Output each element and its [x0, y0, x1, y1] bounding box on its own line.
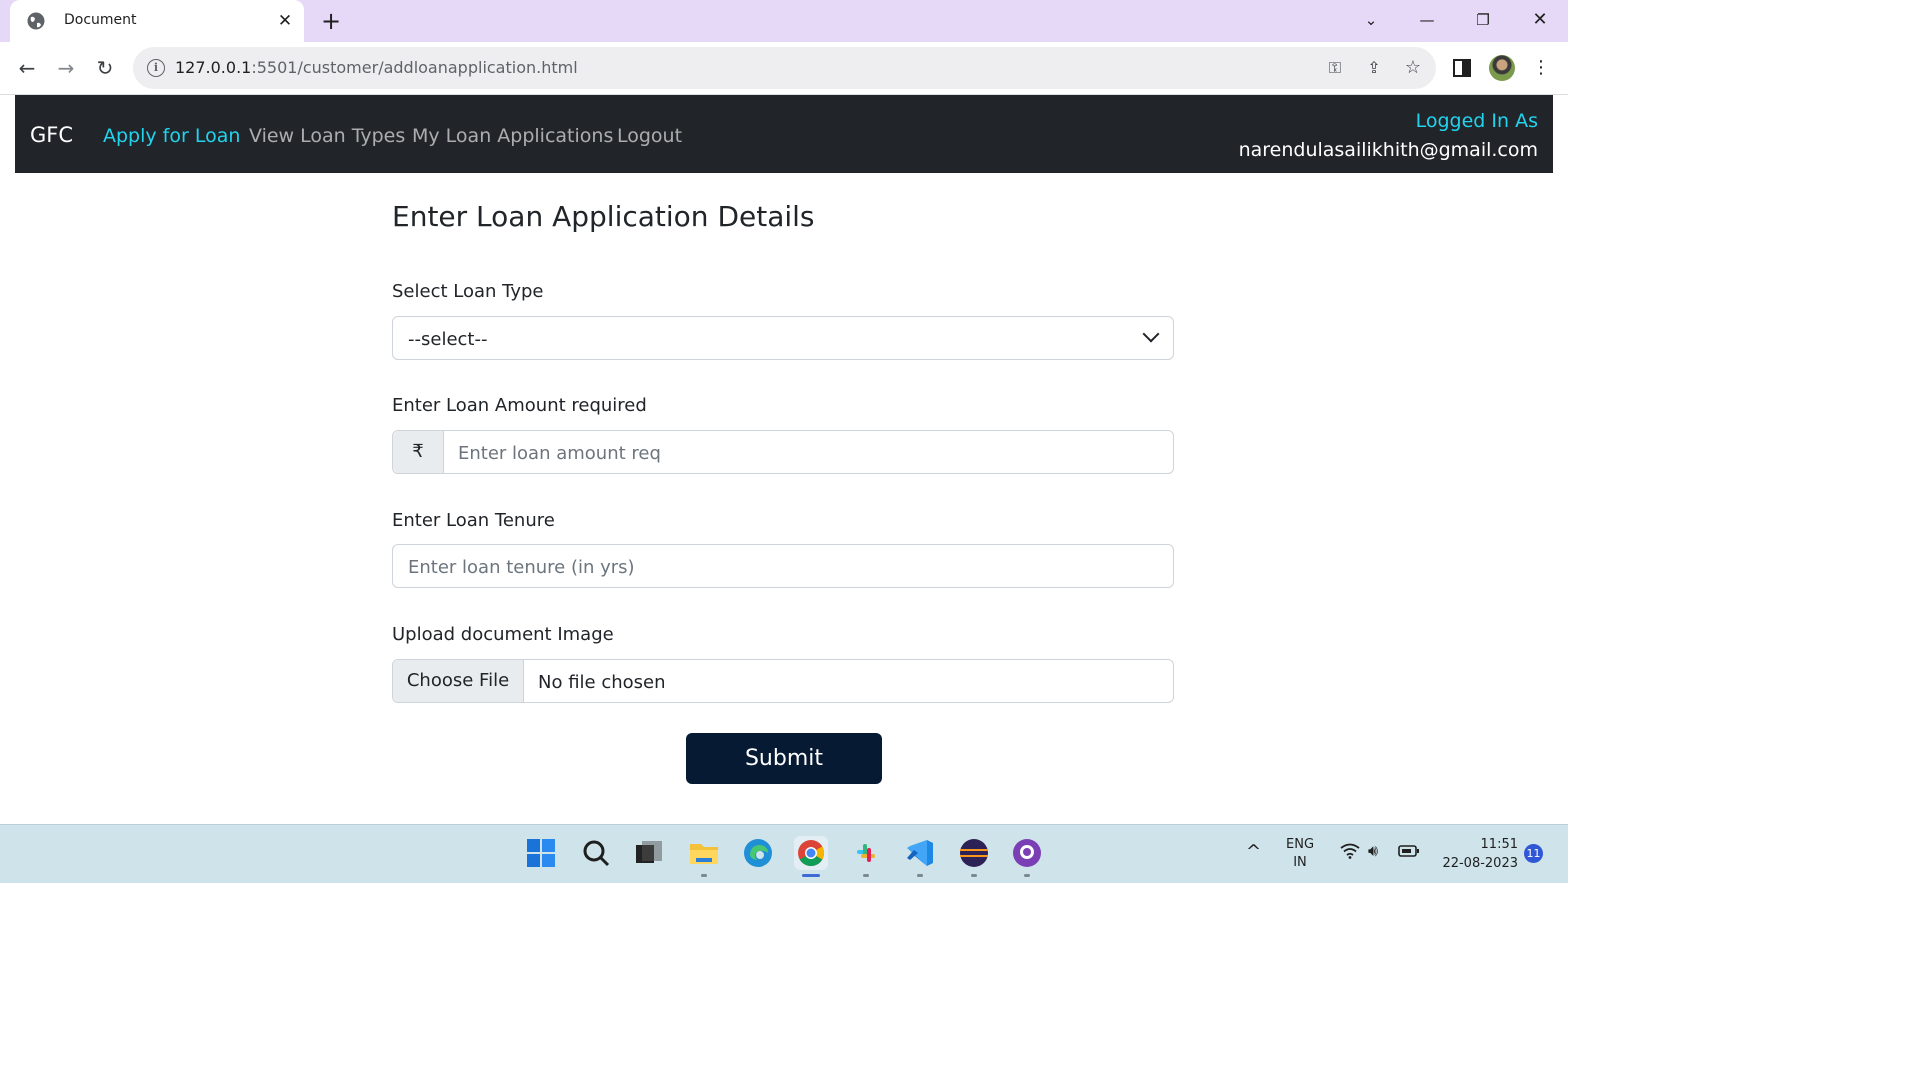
eclipse-icon[interactable]: [957, 836, 991, 877]
chevron-down-icon: [1142, 325, 1160, 343]
tab-title: Document: [64, 12, 137, 28]
browser-tabstrip: Document ✕ + ⌄ — ❐ ✕: [0, 0, 1568, 42]
tab-search-icon[interactable]: ⌄: [1356, 8, 1386, 32]
bookmark-star-icon[interactable]: ☆: [1402, 57, 1424, 79]
site-navbar: GFC Apply for Loan View Loan Types My Lo…: [15, 95, 1553, 173]
search-icon[interactable]: [579, 836, 613, 870]
notification-badge[interactable]: 11: [1524, 844, 1543, 863]
submit-button[interactable]: Submit: [686, 733, 882, 784]
github-desktop-icon[interactable]: [1010, 836, 1044, 877]
nav-view-loan-types[interactable]: View Loan Types: [249, 125, 405, 147]
loan-type-label: Select Loan Type: [392, 281, 544, 302]
region-code: IN: [1293, 855, 1307, 870]
menu-kebab-icon[interactable]: ⋮: [1528, 55, 1554, 81]
reload-icon[interactable]: ↻: [92, 55, 118, 81]
nav-logout[interactable]: Logout: [617, 125, 682, 147]
key-icon[interactable]: ⚿: [1324, 57, 1346, 79]
logged-in-user: narendulasailikhith@gmail.com: [1238, 139, 1538, 161]
loan-type-select[interactable]: --select--: [392, 316, 1174, 360]
chevron-up-icon[interactable]: ^: [1246, 841, 1261, 862]
clock-date: 22-08-2023: [1442, 856, 1518, 871]
file-explorer-icon[interactable]: [687, 836, 721, 877]
vscode-icon[interactable]: [903, 836, 937, 877]
file-status: No file chosen: [538, 672, 666, 693]
close-tab-icon[interactable]: ✕: [274, 10, 296, 32]
wifi-icon[interactable]: [1340, 843, 1360, 864]
language-code: ENG: [1286, 837, 1315, 852]
loan-amount-input[interactable]: Enter loan amount req: [458, 443, 661, 464]
close-window-icon[interactable]: ✕: [1525, 8, 1555, 32]
taskbar: ^ ENG IN 🔊︎ 11:51 22-08-2023 11: [0, 824, 1568, 883]
task-view-icon[interactable]: [632, 836, 666, 870]
edge-icon[interactable]: [741, 836, 775, 870]
nav-apply-for-loan[interactable]: Apply for Loan: [103, 125, 240, 147]
windows-start-icon[interactable]: [524, 836, 558, 870]
brand-logo[interactable]: GFC: [30, 123, 73, 147]
logged-in-label: Logged In As: [1415, 110, 1538, 132]
loan-tenure-input[interactable]: Enter loan tenure (in yrs): [392, 544, 1174, 588]
chrome-icon[interactable]: [794, 836, 828, 877]
loan-tenure-placeholder: Enter loan tenure (in yrs): [408, 557, 635, 578]
loan-type-selected: --select--: [408, 329, 488, 350]
share-icon[interactable]: ⇪: [1363, 57, 1385, 79]
minimize-icon[interactable]: —: [1412, 8, 1442, 32]
profile-avatar[interactable]: [1489, 55, 1515, 81]
forward-icon[interactable]: →: [53, 55, 79, 81]
globe-icon: [27, 12, 45, 30]
upload-label: Upload document Image: [392, 624, 614, 645]
browser-toolbar: ← → ↻ i 127.0.0.1:5501/customer/addloana…: [0, 42, 1568, 95]
browser-tab[interactable]: Document ✕: [10, 0, 304, 42]
document-file-input[interactable]: Choose File No file chosen: [392, 659, 1174, 703]
language-indicator[interactable]: ENG IN: [1286, 836, 1314, 872]
side-panel-icon[interactable]: [1449, 55, 1475, 81]
battery-icon[interactable]: [1398, 844, 1420, 862]
url-text[interactable]: 127.0.0.1:5501/customer/addloanapplicati…: [175, 58, 578, 77]
volume-icon[interactable]: 🔊︎: [1368, 841, 1378, 861]
loan-amount-group: ₹ Enter loan amount req: [392, 430, 1174, 474]
rupee-icon: ₹: [393, 431, 444, 473]
restore-icon[interactable]: ❐: [1468, 8, 1498, 32]
site-info-icon[interactable]: i: [147, 59, 165, 77]
back-icon[interactable]: ←: [14, 55, 40, 81]
page-title: Enter Loan Application Details: [392, 200, 815, 233]
address-bar[interactable]: i 127.0.0.1:5501/customer/addloanapplica…: [133, 47, 1436, 89]
loan-amount-label: Enter Loan Amount required: [392, 395, 647, 416]
choose-file-button[interactable]: Choose File: [393, 660, 524, 702]
new-tab-icon[interactable]: +: [318, 8, 344, 34]
slack-icon[interactable]: [849, 836, 883, 877]
clock-time: 11:51: [1480, 837, 1518, 852]
loan-tenure-label: Enter Loan Tenure: [392, 510, 555, 531]
nav-my-loan-applications[interactable]: My Loan Applications: [412, 125, 613, 147]
clock[interactable]: 11:51 22-08-2023: [1436, 835, 1518, 873]
